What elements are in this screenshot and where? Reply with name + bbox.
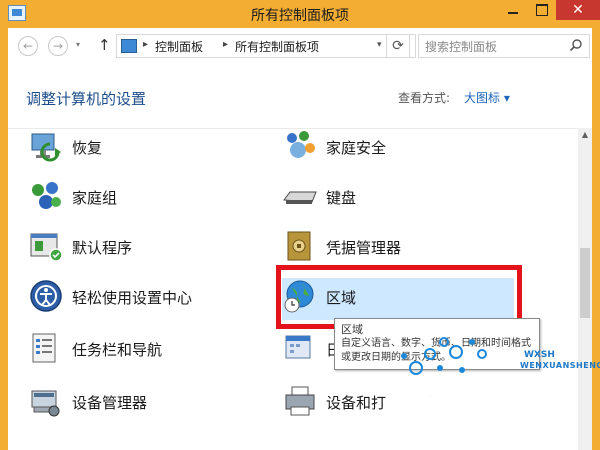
view-by-dropdown[interactable]: 大图标 ▾ <box>464 89 510 106</box>
maximize-button[interactable] <box>528 0 554 20</box>
item-ease-of-access[interactable]: 轻松使用设置中心 <box>28 278 268 318</box>
page-title: 调整计算机的设置 <box>26 90 147 108</box>
watermark-abbrev: WXSH <box>524 350 555 360</box>
watermark-text: 文暄生活 <box>409 389 578 437</box>
homegroup-icon <box>32 182 61 209</box>
item-family-safety[interactable]: 家庭安全 <box>282 128 522 168</box>
item-recovery[interactable]: 恢复 <box>28 128 268 168</box>
recent-locations-chevron-icon[interactable]: ▾ <box>76 40 80 49</box>
item-date-time[interactable]: 日 <box>282 330 342 370</box>
calendar-clock-icon <box>285 335 311 359</box>
item-homegroup[interactable]: 家庭组 <box>28 178 268 218</box>
window-frame-left <box>0 64 8 450</box>
back-button[interactable]: ← <box>18 36 38 56</box>
family-safety-icon <box>287 131 315 158</box>
address-bar: ← → ▾ ↑ ▸ 控制面板 ▸ 所有控制面板项 ▾ ⟳ 搜索控制面板 <box>8 28 592 64</box>
title-bar: 所有控制面板项 ✕ <box>0 0 600 28</box>
forward-button[interactable]: → <box>48 36 68 56</box>
watermark-pinyin: WENXUANSHENGHUO <box>520 361 600 370</box>
recovery-icon <box>31 133 61 162</box>
item-credential-manager[interactable]: 凭据管理器 <box>282 228 522 268</box>
taskbar-icon <box>32 333 56 363</box>
minimize-button[interactable] <box>500 0 526 20</box>
printer-icon <box>285 386 315 416</box>
default-programs-icon <box>30 233 63 262</box>
watermark-logo: WXSH WENXUANSHENGHUO 文暄生活 <box>396 328 600 446</box>
item-label: 家庭组 <box>72 189 118 207</box>
item-label: 恢复 <box>72 139 103 157</box>
path-dropdown-icon[interactable]: ▾ <box>377 40 382 50</box>
device-manager-icon <box>31 390 60 417</box>
breadcrumb[interactable]: ▸ 控制面板 ▸ 所有控制面板项 ▾ <box>116 34 416 58</box>
scroll-up-arrow-icon[interactable]: ▲ <box>578 128 592 142</box>
item-device-manager[interactable]: 设备管理器 <box>28 383 268 423</box>
tooltip-title: 区域 <box>341 323 363 336</box>
search-placeholder: 搜索控制面板 <box>425 40 498 54</box>
item-label: 任务栏和导航 <box>72 341 163 359</box>
keyboard-icon <box>283 191 317 204</box>
item-label: 键盘 <box>326 189 357 207</box>
item-label: 家庭安全 <box>326 139 387 157</box>
credential-manager-icon <box>287 231 311 261</box>
search-icon[interactable] <box>569 38 583 52</box>
close-button[interactable]: ✕ <box>556 0 600 20</box>
item-label: 设备和打 <box>326 394 387 412</box>
bubbles-icon <box>401 337 487 375</box>
ease-of-access-icon <box>30 280 62 312</box>
item-default-programs[interactable]: 默认程序 <box>28 228 268 268</box>
search-input[interactable]: 搜索控制面板 <box>418 34 590 58</box>
item-keyboard[interactable]: 键盘 <box>282 178 522 218</box>
chevron-right-icon[interactable]: ▸ <box>223 39 228 50</box>
item-taskbar-navigation[interactable]: 任务栏和导航 <box>28 330 268 370</box>
up-arrow-icon[interactable]: ↑ <box>98 36 111 54</box>
refresh-button[interactable]: ⟳ <box>386 34 410 58</box>
item-label: 轻松使用设置中心 <box>72 289 193 307</box>
breadcrumb-control-panel[interactable]: 控制面板 <box>155 38 203 55</box>
scroll-thumb[interactable] <box>580 248 590 318</box>
breadcrumb-all-items[interactable]: 所有控制面板项 <box>235 38 319 55</box>
chevron-right-icon[interactable]: ▸ <box>143 39 148 50</box>
address-bar-area: ← → ▾ ↑ ▸ 控制面板 ▸ 所有控制面板项 ▾ ⟳ 搜索控制面板 <box>0 28 600 64</box>
item-label: 设备管理器 <box>72 394 148 412</box>
control-panel-icon <box>121 39 137 53</box>
view-by-label: 查看方式: <box>398 91 451 105</box>
item-label: 默认程序 <box>72 239 133 257</box>
item-label: 凭据管理器 <box>326 239 402 257</box>
